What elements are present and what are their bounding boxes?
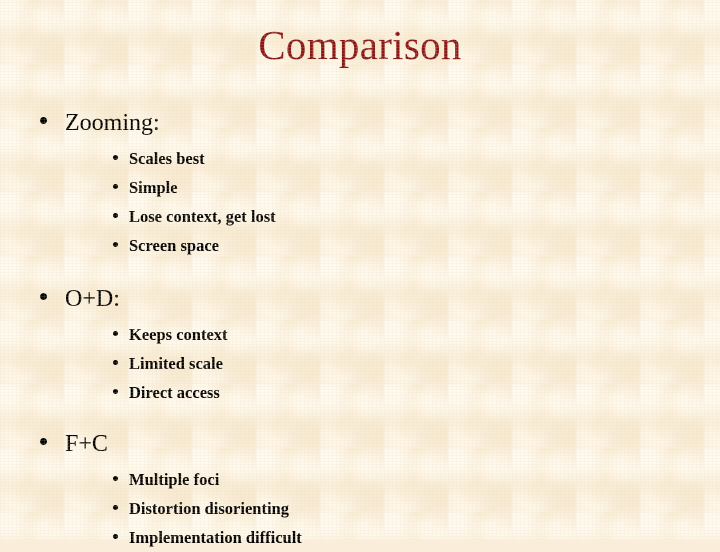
sub-bullet-label: Screen space	[129, 236, 219, 255]
sub-bullet-label: Scales best	[129, 149, 205, 168]
sub-bullet-item[interactable]: Screen space	[0, 231, 720, 260]
bullet-item-fc[interactable]: F+C	[0, 429, 720, 459]
bullet-dot-icon	[113, 389, 118, 394]
sub-bullet-label: Keeps context	[129, 325, 228, 344]
bullet-dot-icon	[113, 534, 118, 539]
sub-bullet-label: Implementation difficult	[129, 528, 302, 547]
sub-bullet-label: Simple	[129, 178, 178, 197]
bullet-dot-icon	[40, 293, 47, 300]
bullet-label-fc: F+C	[65, 431, 108, 457]
bullet-label-od: O+D:	[65, 286, 120, 312]
bullet-dot-icon	[113, 242, 118, 247]
bullet-dot-icon	[113, 505, 118, 510]
sub-bullet-item[interactable]: Simple	[0, 173, 720, 202]
bullet-dot-icon	[113, 213, 118, 218]
presentation-slide: Comparison Zooming: Scales best Simple L…	[0, 0, 720, 547]
bullet-dot-icon	[113, 184, 118, 189]
slide-content-body: Zooming: Scales best Simple Lose context…	[0, 108, 720, 552]
bullet-dot-icon	[40, 117, 47, 124]
sub-bullet-list-fc: Multiple foci Distortion disorienting Im…	[0, 459, 720, 552]
sub-bullet-list-od: Keeps context Limited scale Direct acces…	[0, 314, 720, 407]
sub-bullet-item[interactable]: Keeps context	[0, 320, 720, 349]
sub-bullet-label: Multiple foci	[129, 470, 220, 489]
bullet-item-zooming[interactable]: Zooming:	[0, 108, 720, 138]
bullet-group-fc: F+C Multiple foci Distortion disorientin…	[0, 429, 720, 552]
bullet-dot-icon	[113, 476, 118, 481]
sub-bullet-item[interactable]: Direct access	[0, 378, 720, 407]
sub-bullet-label: Lose context, get lost	[129, 207, 276, 226]
sub-bullet-item[interactable]: Implementation difficult	[0, 523, 720, 552]
sub-bullet-label: Direct access	[129, 383, 220, 402]
bullet-dot-icon	[113, 155, 118, 160]
sub-bullet-item[interactable]: Limited scale	[0, 349, 720, 378]
sub-bullet-label: Limited scale	[129, 354, 223, 373]
bullet-dot-icon	[113, 331, 118, 336]
bullet-dot-icon	[113, 360, 118, 365]
sub-bullet-item[interactable]: Scales best	[0, 144, 720, 173]
bullet-label-zooming: Zooming:	[65, 110, 160, 136]
sub-bullet-list-zooming: Scales best Simple Lose context, get los…	[0, 138, 720, 260]
sub-bullet-item[interactable]: Distortion disorienting	[0, 494, 720, 523]
bullet-group-zooming: Zooming: Scales best Simple Lose context…	[0, 108, 720, 260]
sub-bullet-item[interactable]: Multiple foci	[0, 465, 720, 494]
bullet-dot-icon	[40, 438, 47, 445]
sub-bullet-item[interactable]: Lose context, get lost	[0, 202, 720, 231]
sub-bullet-label: Distortion disorienting	[129, 499, 289, 518]
page-title: Comparison	[258, 22, 462, 68]
bullet-group-od: O+D: Keeps context Limited scale Direct …	[0, 284, 720, 407]
bullet-item-od[interactable]: O+D:	[0, 284, 720, 314]
